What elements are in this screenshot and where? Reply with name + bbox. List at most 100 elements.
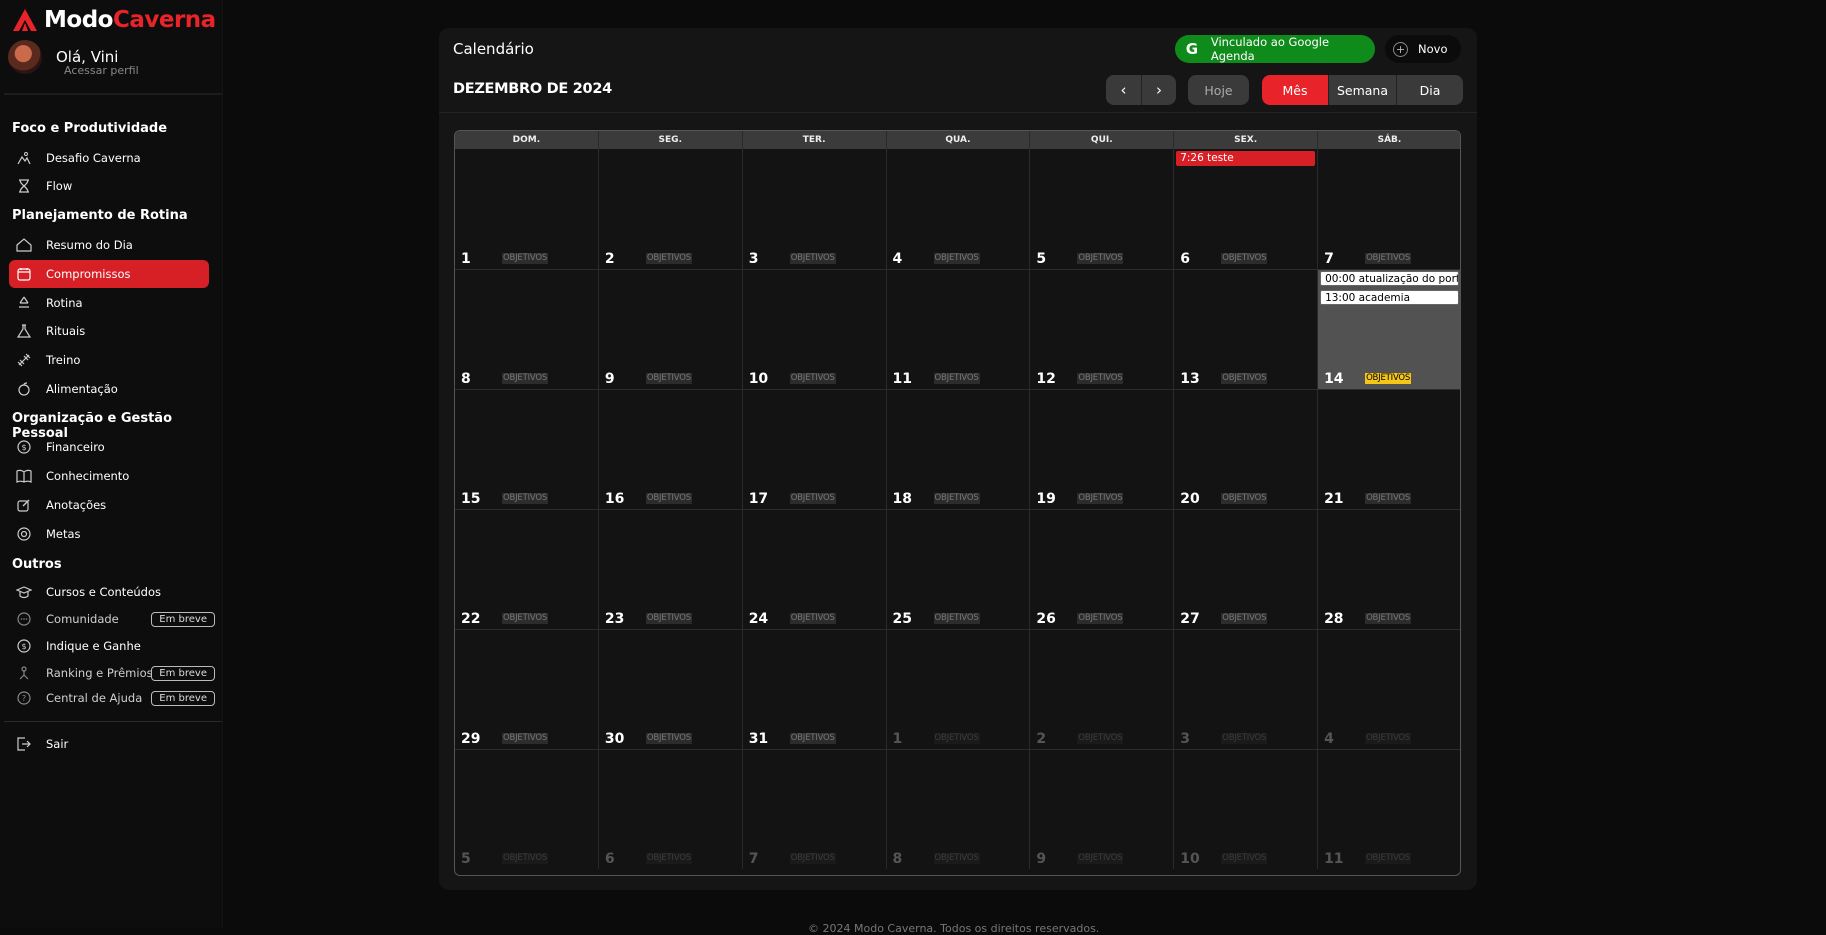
objectives-tag[interactable]: OBJETIVOS [502,253,549,264]
google-calendar-button[interactable]: G Vinculado ao Google Agenda [1175,35,1375,63]
sidebar-item-cursos[interactable]: Cursos e Conteúdos [9,578,209,606]
objectives-tag[interactable]: OBJETIVOS [645,733,692,744]
calendar-day-cell[interactable]: 6 OBJETIVOS 7:26 teste [1174,149,1319,269]
objectives-tag[interactable]: OBJETIVOS [933,253,980,264]
calendar-day-cell[interactable]: 9 OBJETIVOS [1030,750,1175,869]
calendar-day-cell[interactable]: 31 OBJETIVOS [743,630,887,749]
sidebar-item-metas[interactable]: Metas [9,520,209,548]
calendar-day-cell[interactable]: 21 OBJETIVOS [1318,390,1460,509]
sidebar-item-comunidade[interactable]: Comunidade Em breve [9,605,215,633]
calendar-day-cell[interactable]: 3 OBJETIVOS [1174,630,1319,749]
objectives-tag[interactable]: OBJETIVOS [789,493,836,504]
calendar-day-cell[interactable]: 30 OBJETIVOS [599,630,743,749]
prev-month-button[interactable]: ‹ [1106,75,1141,105]
calendar-day-cell[interactable]: 27 OBJETIVOS [1174,510,1319,629]
calendar-day-cell[interactable]: 10 OBJETIVOS [743,270,887,389]
calendar-day-cell[interactable]: 28 OBJETIVOS [1318,510,1460,629]
sidebar-item-ranking[interactable]: Ranking e Prêmios Em breve [9,659,215,687]
calendar-day-cell[interactable]: 12 OBJETIVOS [1030,270,1175,389]
sidebar-item-indique[interactable]: $ Indique e Ganhe [9,632,209,660]
calendar-day-cell[interactable]: 18 OBJETIVOS [887,390,1031,509]
objectives-tag[interactable]: OBJETIVOS [502,733,549,744]
sidebar-item-resumo[interactable]: Resumo do Dia [9,231,209,259]
objectives-tag[interactable]: OBJETIVOS [1365,733,1412,744]
sidebar-item-flow[interactable]: Flow [9,172,209,200]
calendar-day-cell[interactable]: 5 OBJETIVOS [455,750,599,869]
objectives-tag[interactable]: OBJETIVOS [1365,253,1412,264]
objectives-tag[interactable]: OBJETIVOS [1365,493,1412,504]
objectives-tag[interactable]: OBJETIVOS [789,613,836,624]
calendar-day-cell[interactable]: 24 OBJETIVOS [743,510,887,629]
objectives-tag[interactable]: OBJETIVOS [502,373,549,384]
calendar-day-cell[interactable]: 2 OBJETIVOS [599,149,743,269]
sidebar-item-conhecimento[interactable]: Conhecimento [9,462,209,490]
objectives-tag[interactable]: OBJETIVOS [789,373,836,384]
calendar-day-cell[interactable]: 6 OBJETIVOS [599,750,743,869]
sidebar-item-financeiro[interactable]: $ Financeiro [9,433,209,461]
objectives-tag[interactable]: OBJETIVOS [933,853,980,864]
objectives-tag[interactable]: OBJETIVOS [1221,853,1268,864]
sidebar-item-treino[interactable]: Treino [9,346,209,374]
objectives-tag[interactable]: OBJETIVOS [1221,613,1268,624]
objectives-tag[interactable]: OBJETIVOS [502,493,549,504]
calendar-day-cell[interactable]: 4 OBJETIVOS [1318,630,1460,749]
objectives-tag[interactable]: OBJETIVOS [1077,373,1124,384]
calendar-day-cell[interactable]: 1 OBJETIVOS [455,149,599,269]
calendar-day-cell[interactable]: 3 OBJETIVOS [743,149,887,269]
calendar-day-cell[interactable]: 26 OBJETIVOS [1030,510,1175,629]
objectives-tag[interactable]: OBJETIVOS [645,493,692,504]
calendar-day-cell[interactable]: 2 OBJETIVOS [1030,630,1175,749]
brand-logo[interactable]: ModoCaverna [12,6,216,34]
objectives-tag[interactable]: OBJETIVOS [1077,253,1124,264]
calendar-day-cell[interactable]: 15 OBJETIVOS [455,390,599,509]
objectives-tag[interactable]: OBJETIVOS [933,493,980,504]
objectives-tag[interactable]: OBJETIVOS [1221,373,1268,384]
objectives-tag[interactable]: OBJETIVOS [1221,253,1268,264]
objectives-tag[interactable]: OBJETIVOS [645,253,692,264]
sidebar-item-rotina[interactable]: Rotina [9,289,209,317]
objectives-tag[interactable]: OBJETIVOS [789,733,836,744]
today-button[interactable]: Hoje [1188,75,1249,105]
view-week-button[interactable]: Semana [1328,75,1396,105]
calendar-day-cell[interactable]: 16 OBJETIVOS [599,390,743,509]
objectives-tag[interactable]: OBJETIVOS [933,373,980,384]
calendar-day-cell[interactable]: 22 OBJETIVOS [455,510,599,629]
objectives-tag[interactable]: OBJETIVOS [1077,493,1124,504]
objectives-tag[interactable]: OBJETIVOS [645,613,692,624]
objectives-tag[interactable]: OBJETIVOS [1365,373,1412,384]
objectives-tag[interactable]: OBJETIVOS [1365,613,1412,624]
calendar-day-cell[interactable]: 8 OBJETIVOS [455,270,599,389]
calendar-day-cell[interactable]: 11 OBJETIVOS [887,270,1031,389]
calendar-day-cell[interactable]: 20 OBJETIVOS [1174,390,1319,509]
objectives-tag[interactable]: OBJETIVOS [502,853,549,864]
objectives-tag[interactable]: OBJETIVOS [645,373,692,384]
profile-link[interactable]: Acessar perfil [64,64,139,77]
calendar-day-cell[interactable]: 13 OBJETIVOS [1174,270,1319,389]
objectives-tag[interactable]: OBJETIVOS [502,613,549,624]
objectives-tag[interactable]: OBJETIVOS [1077,613,1124,624]
view-day-button[interactable]: Dia [1396,75,1463,105]
calendar-day-cell[interactable]: 25 OBJETIVOS [887,510,1031,629]
objectives-tag[interactable]: OBJETIVOS [1077,853,1124,864]
calendar-day-cell[interactable]: 11 OBJETIVOS [1318,750,1460,869]
calendar-day-cell[interactable]: 17 OBJETIVOS [743,390,887,509]
calendar-day-cell[interactable]: 7 OBJETIVOS [1318,149,1460,269]
event-chip[interactable]: 13:00 academia [1320,290,1459,305]
calendar-day-cell[interactable]: 10 OBJETIVOS [1174,750,1319,869]
objectives-tag[interactable]: OBJETIVOS [933,733,980,744]
avatar[interactable] [8,40,42,74]
event-chip[interactable]: 00:00 atualização do portif [1320,271,1459,286]
objectives-tag[interactable]: OBJETIVOS [1077,733,1124,744]
sidebar-item-anotacoes[interactable]: Anotações [9,491,209,519]
calendar-day-cell[interactable]: 9 OBJETIVOS [599,270,743,389]
objectives-tag[interactable]: OBJETIVOS [789,853,836,864]
calendar-day-cell[interactable]: 5 OBJETIVOS [1030,149,1175,269]
sidebar-item-sair[interactable]: Sair [9,730,209,758]
objectives-tag[interactable]: OBJETIVOS [1221,493,1268,504]
calendar-day-cell[interactable]: 1 OBJETIVOS [887,630,1031,749]
calendar-day-cell[interactable]: 7 OBJETIVOS [743,750,887,869]
objectives-tag[interactable]: OBJETIVOS [1221,733,1268,744]
sidebar-item-ajuda[interactable]: ? Central de Ajuda Em breve [9,684,215,712]
calendar-day-cell[interactable]: 14 OBJETIVOS 00:00 atualização do portif 13… [1318,270,1460,389]
new-event-button[interactable]: + Novo [1385,35,1461,63]
